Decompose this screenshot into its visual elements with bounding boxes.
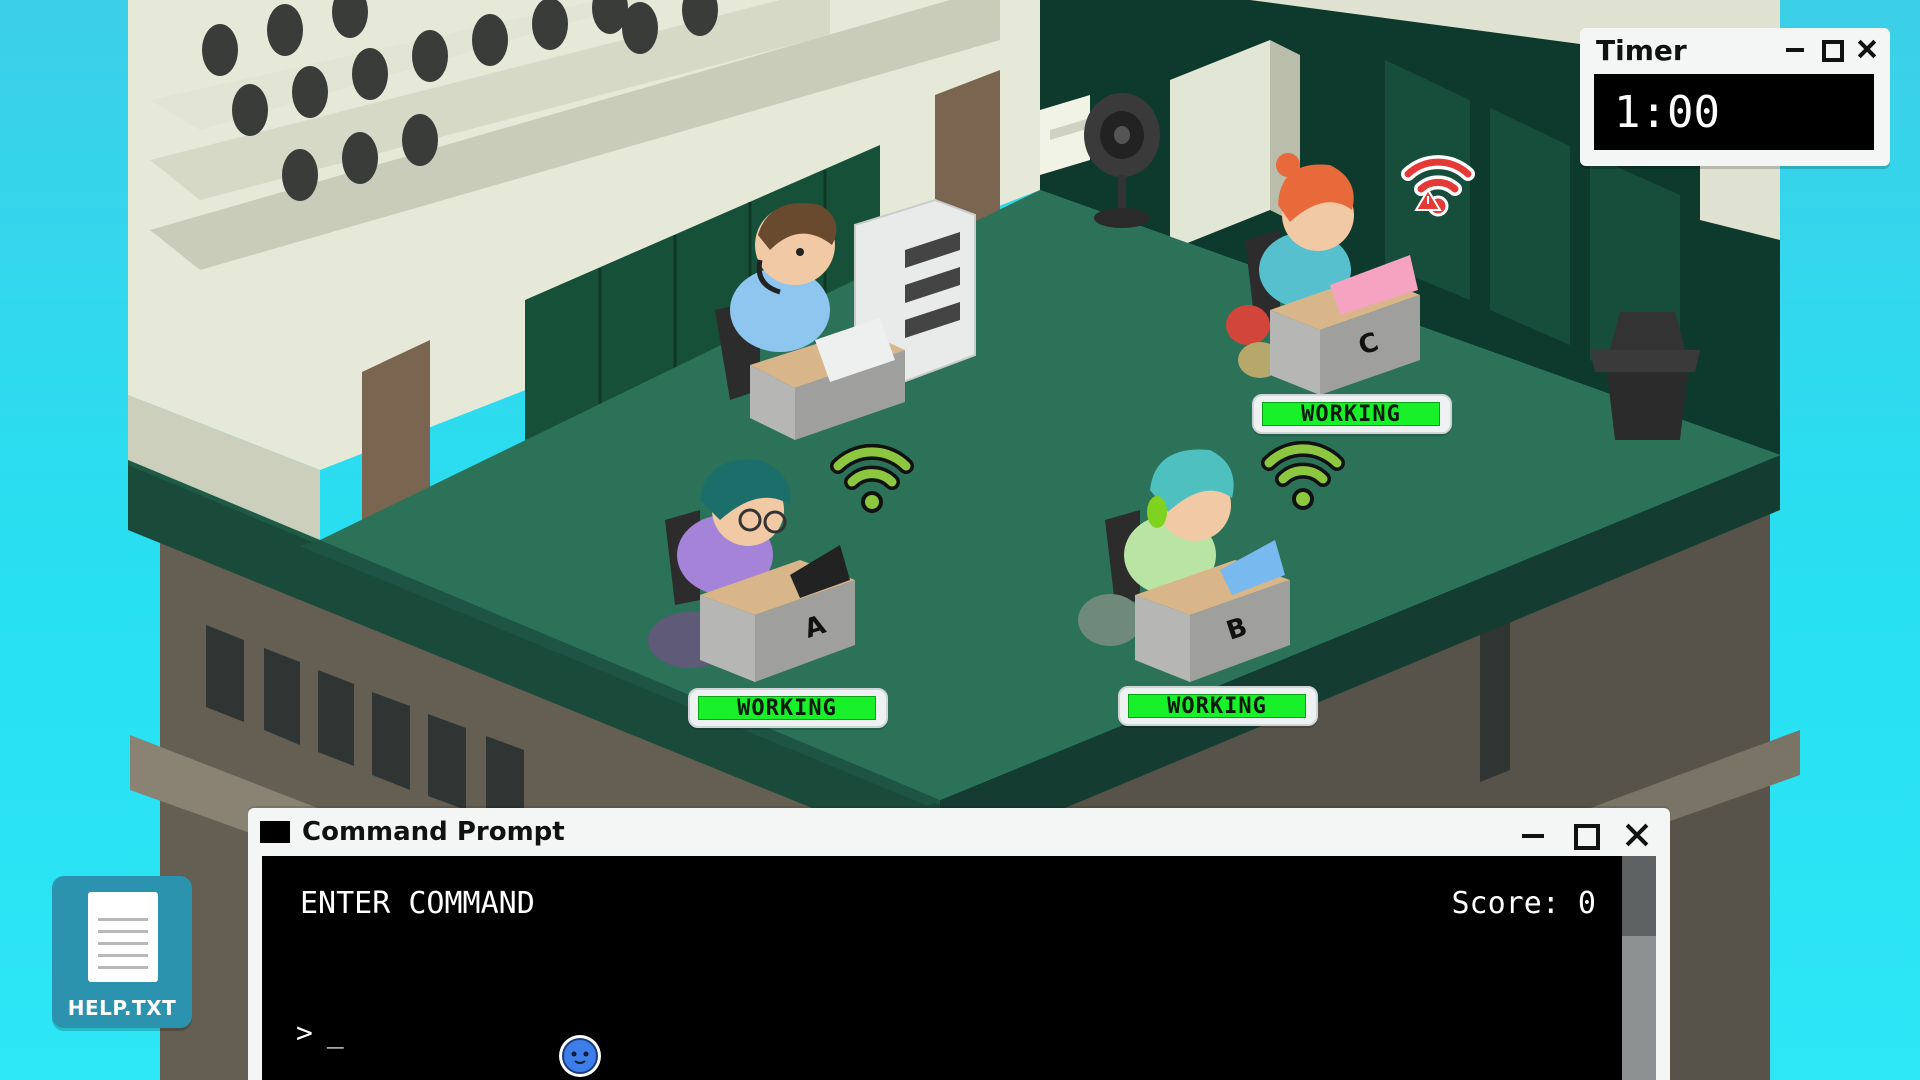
command-prompt-titlebar[interactable]: Command Prompt bbox=[260, 814, 565, 850]
help-file-label: HELP.TXT bbox=[67, 996, 177, 1020]
command-input[interactable]: > _ bbox=[296, 1016, 344, 1049]
document-icon bbox=[88, 892, 158, 982]
command-prompt-title: Command Prompt bbox=[302, 817, 565, 847]
score-display: Score: 0 bbox=[1451, 886, 1597, 921]
command-heading: ENTER COMMAND bbox=[300, 886, 535, 921]
maximize-icon[interactable] bbox=[1818, 36, 1844, 62]
help-file-icon[interactable]: HELP.TXT bbox=[52, 876, 192, 1028]
close-icon[interactable] bbox=[1854, 36, 1880, 62]
minimize-icon[interactable] bbox=[1782, 36, 1808, 62]
input-cursor: _ bbox=[326, 1016, 344, 1049]
terminal-icon bbox=[260, 821, 290, 843]
status-label: WORKING bbox=[698, 696, 876, 721]
timer-window-controls bbox=[1782, 36, 1880, 62]
terminal-screen[interactable]: ENTER COMMAND Score: 0 > _ bbox=[262, 856, 1656, 1080]
status-label: WORKING bbox=[1262, 402, 1440, 427]
mouse-cursor-icon bbox=[559, 1035, 601, 1077]
timer-display: 1:00 bbox=[1594, 74, 1874, 150]
prompt-symbol: > bbox=[296, 1016, 313, 1049]
command-prompt-window: Command Prompt ENTER COMMAND Score: 0 > … bbox=[248, 808, 1670, 1080]
minimize-icon[interactable] bbox=[1518, 820, 1548, 850]
terminal-scrollbar[interactable] bbox=[1622, 856, 1656, 1080]
status-badge-c: WORKING bbox=[1252, 394, 1452, 434]
maximize-icon[interactable] bbox=[1570, 820, 1600, 850]
timer-title: Timer bbox=[1596, 34, 1687, 67]
close-icon[interactable] bbox=[1622, 820, 1652, 850]
timer-window: Timer 1:00 bbox=[1580, 28, 1890, 166]
scrollbar-thumb[interactable] bbox=[1622, 856, 1656, 936]
status-badge-b: WORKING bbox=[1118, 686, 1318, 726]
status-badge-a: WORKING bbox=[688, 688, 888, 728]
command-prompt-window-controls bbox=[1518, 820, 1652, 850]
status-label: WORKING bbox=[1128, 694, 1306, 719]
